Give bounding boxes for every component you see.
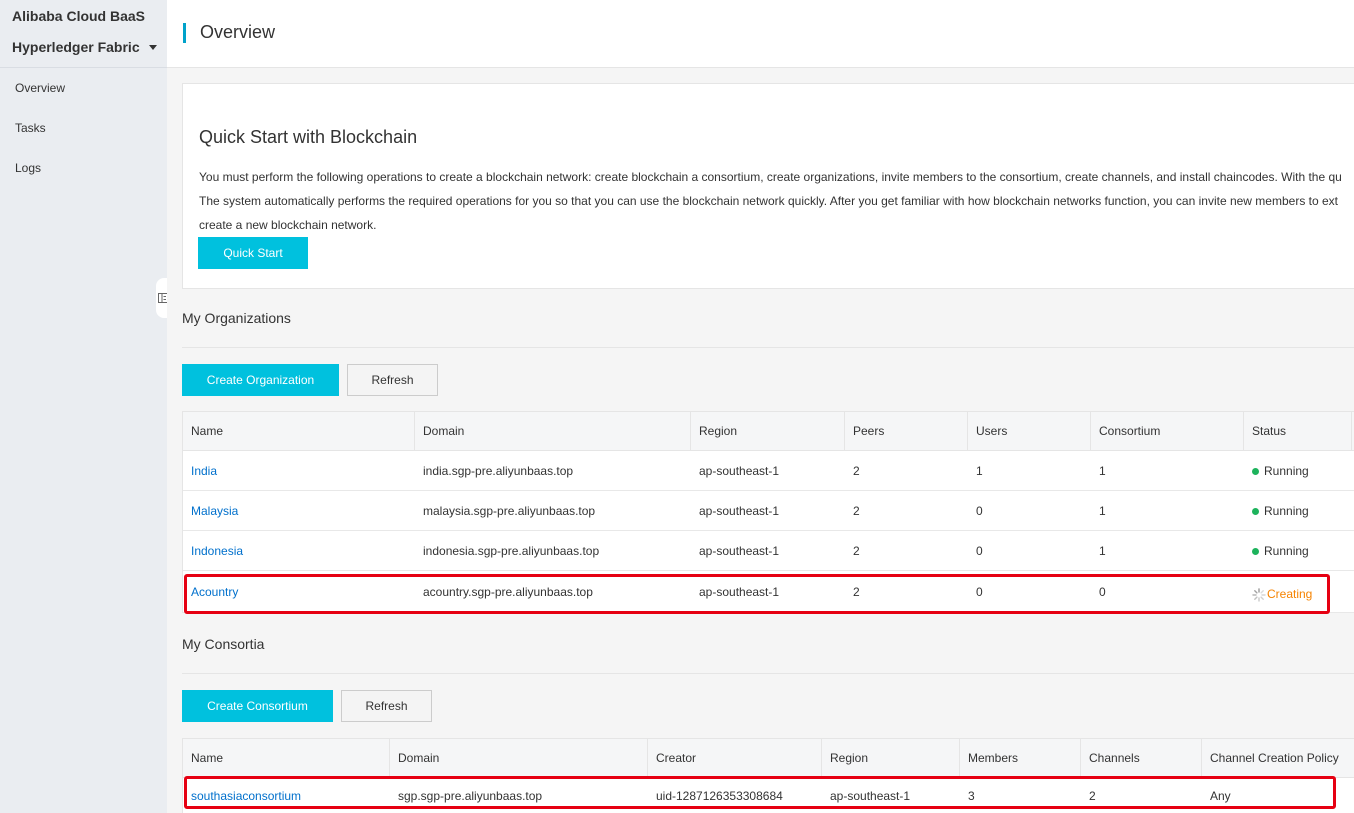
table-row: Indonesia indonesia.sgp-pre.aliyunbaas.t…: [183, 531, 1354, 571]
main-area: Overview Quick Start with Blockchain You…: [167, 0, 1354, 813]
status-text: Running: [1264, 544, 1309, 558]
org-users: 0: [976, 544, 983, 558]
status-badge: Running: [1244, 491, 1309, 531]
col-header-domain: Domain: [415, 412, 691, 450]
page-title: Overview: [200, 22, 276, 42]
content-area: Quick Start with Blockchain You must per…: [167, 68, 1354, 813]
brand-title: Alibaba Cloud BaaS: [12, 8, 146, 24]
green-dot-icon: [1252, 548, 1259, 556]
sidebar-item-logs[interactable]: Logs: [15, 161, 41, 175]
sidebar-item-overview[interactable]: Overview: [15, 81, 65, 95]
organizations-title: My Organizations: [182, 310, 291, 326]
col-header-users: Users: [968, 412, 1091, 450]
col-header-name: Name: [183, 412, 415, 450]
table-row: Acountry acountry.sgp-pre.aliyunbaas.top…: [183, 571, 1354, 613]
header-accent-bar: [183, 23, 186, 43]
quick-start-button[interactable]: Quick Start: [198, 237, 308, 269]
org-domain: acountry.sgp-pre.aliyunbaas.top: [423, 585, 593, 599]
consortia-table-header: Name Domain Creator Region Members Chann…: [183, 738, 1354, 778]
org-name-link[interactable]: India: [183, 451, 217, 491]
col-header-consortium: Consortium: [1091, 412, 1244, 450]
org-peers: 2: [853, 585, 860, 599]
consortium-policy: Any: [1210, 789, 1231, 803]
quick-start-title: Quick Start with Blockchain: [199, 127, 418, 147]
org-users: 0: [976, 504, 983, 518]
consortia-title: My Consortia: [182, 636, 265, 652]
col-header-region: Region: [822, 739, 960, 777]
col-header-channel-policy: Channel Creation Policy: [1210, 751, 1339, 765]
spinner-icon: [1252, 588, 1266, 602]
org-region: ap-southeast-1: [699, 585, 780, 599]
org-peers: 2: [853, 464, 860, 478]
org-consortium: 1: [1099, 544, 1106, 558]
org-region: ap-southeast-1: [699, 504, 780, 518]
org-name-link[interactable]: Malaysia: [183, 491, 238, 531]
consortium-channels: 2: [1089, 789, 1096, 803]
green-dot-icon: [1252, 508, 1259, 516]
col-header-domain: Domain: [390, 739, 648, 777]
consortium-name-link[interactable]: southasiaconsortium: [183, 778, 301, 813]
consortia-table: Name Domain Creator Region Members Chann…: [182, 738, 1354, 813]
col-header-creator: Creator: [648, 739, 822, 777]
sidebar: Alibaba Cloud BaaS Hyperledger Fabric Ov…: [0, 0, 167, 813]
create-organization-button[interactable]: Create Organization: [182, 364, 339, 396]
org-region: ap-southeast-1: [699, 464, 780, 478]
quick-start-text-line-2: The system automatically performs the re…: [199, 194, 1338, 208]
status-text: Creating: [1267, 587, 1313, 601]
org-region: ap-southeast-1: [699, 544, 780, 558]
table-row: southasiaconsortium sgp.sgp-pre.aliyunba…: [183, 778, 1354, 813]
consortium-creator: uid-1287126353308684: [656, 789, 783, 803]
org-name-link[interactable]: Acountry: [183, 571, 238, 613]
sidebar-divider: [0, 67, 167, 68]
caret-down-icon: [148, 44, 157, 50]
refresh-consortia-button[interactable]: Refresh: [341, 690, 432, 722]
consortium-domain: sgp.sgp-pre.aliyunbaas.top: [398, 789, 543, 803]
status-text: Running: [1264, 504, 1309, 518]
refresh-organizations-button[interactable]: Refresh: [347, 364, 438, 396]
quick-start-panel: Quick Start with Blockchain You must per…: [182, 83, 1354, 289]
col-header-name: Name: [183, 739, 390, 777]
org-domain: malaysia.sgp-pre.aliyunbaas.top: [423, 504, 596, 518]
col-header-peers: Peers: [845, 412, 968, 450]
status-badge: Running: [1244, 451, 1309, 491]
sidebar-item-tasks[interactable]: Tasks: [15, 121, 46, 135]
org-peers: 2: [853, 544, 860, 558]
organizations-table: Name Domain Region Peers Users Consortiu…: [182, 411, 1354, 613]
status-text: Running: [1264, 464, 1309, 478]
org-domain: india.sgp-pre.aliyunbaas.top: [423, 464, 574, 478]
col-header-region: Region: [691, 412, 845, 450]
col-header-status: Status: [1244, 412, 1352, 450]
org-users: 0: [976, 585, 983, 599]
product-label: Hyperledger Fabric: [12, 39, 140, 55]
consortium-members: 3: [968, 789, 975, 803]
col-header-channels: Channels: [1081, 739, 1202, 777]
organizations-table-header: Name Domain Region Peers Users Consortiu…: [183, 411, 1354, 451]
table-row: Malaysia malaysia.sgp-pre.aliyunbaas.top…: [183, 491, 1354, 531]
status-badge: Running: [1244, 531, 1309, 571]
table-row: India india.sgp-pre.aliyunbaas.top ap-so…: [183, 451, 1354, 491]
org-name-link[interactable]: Indonesia: [183, 531, 243, 571]
org-peers: 2: [853, 504, 860, 518]
green-dot-icon: [1252, 468, 1259, 476]
org-consortium: 1: [1099, 464, 1106, 478]
org-consortium: 1: [1099, 504, 1106, 518]
consortia-divider: [182, 673, 1354, 674]
page-header: Overview: [167, 0, 1354, 68]
organizations-divider: [182, 347, 1354, 348]
col-header-members: Members: [960, 739, 1081, 777]
product-selector[interactable]: Hyperledger Fabric: [12, 39, 157, 55]
org-domain: indonesia.sgp-pre.aliyunbaas.top: [423, 544, 600, 558]
org-consortium: 0: [1099, 585, 1106, 599]
consortium-region: ap-southeast-1: [830, 789, 911, 803]
create-consortium-button[interactable]: Create Consortium: [182, 690, 333, 722]
quick-start-text-line-3: create a new blockchain network.: [199, 218, 377, 232]
org-users: 1: [976, 464, 983, 478]
quick-start-text-line-1: You must perform the following operation…: [199, 170, 1342, 184]
status-badge: Creating: [1244, 571, 1312, 613]
